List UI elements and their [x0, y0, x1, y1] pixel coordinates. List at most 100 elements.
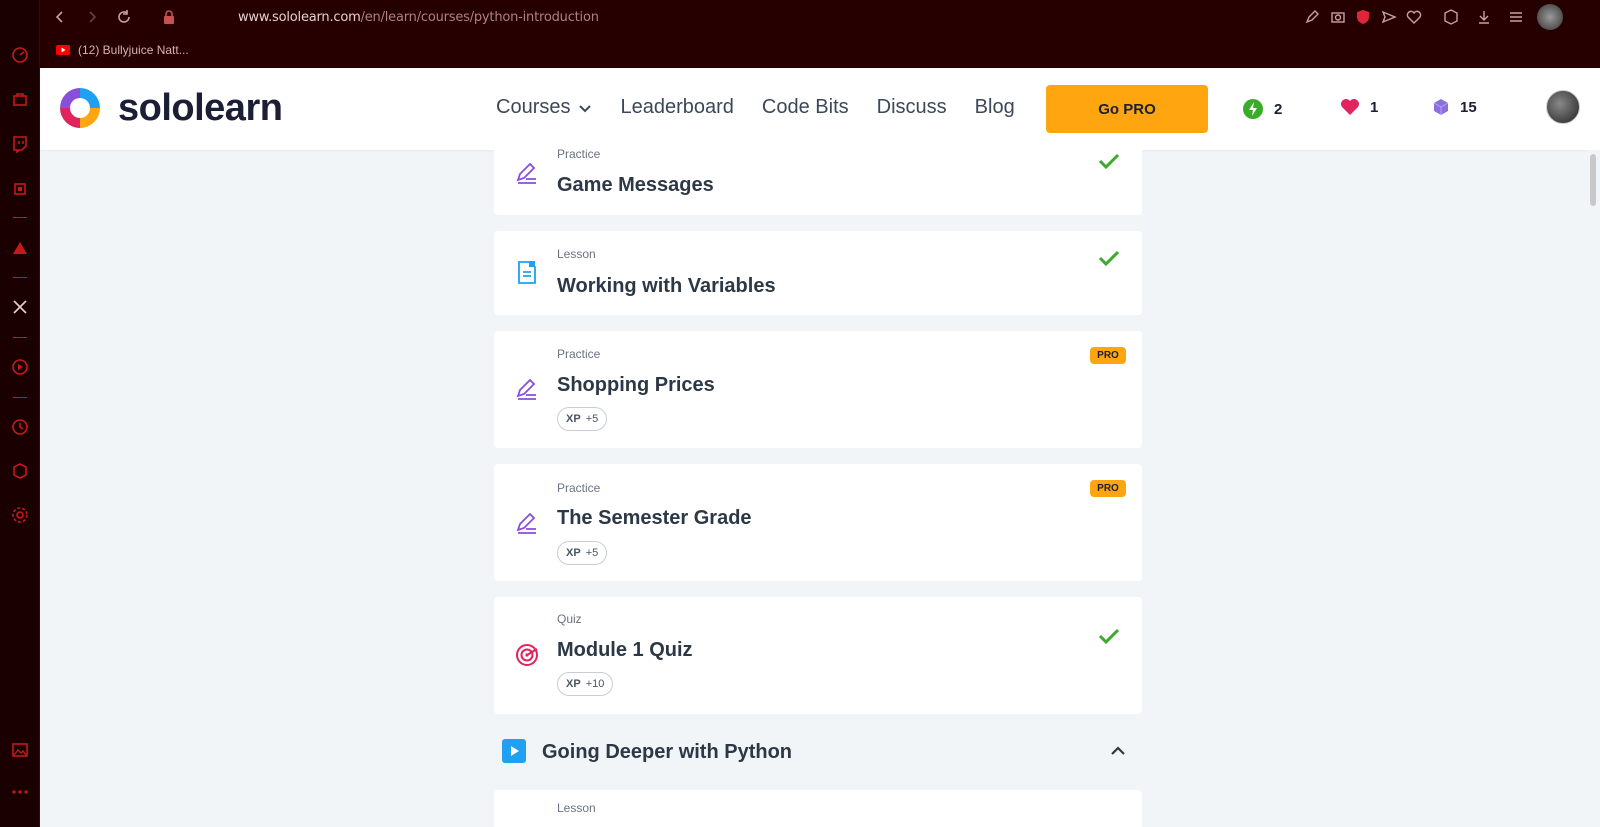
- lesson-card[interactable]: Practice Game Messages: [494, 140, 1142, 215]
- check-icon: [1096, 623, 1122, 649]
- browser-toolbar: www.sololearn.com/en/learn/courses/pytho…: [40, 0, 1600, 35]
- bits-counter[interactable]: 15: [1432, 98, 1477, 116]
- xp-value: +10: [585, 678, 605, 690]
- send-icon[interactable]: [1381, 9, 1397, 25]
- gallery-icon[interactable]: [10, 740, 30, 760]
- history-icon[interactable]: [10, 417, 30, 437]
- lightning-icon: [1243, 99, 1263, 119]
- forward-icon[interactable]: [84, 9, 100, 25]
- lesson-title: Shopping Prices: [557, 374, 715, 396]
- nav-courses-label: Courses: [496, 96, 571, 118]
- user-avatar[interactable]: [1546, 90, 1580, 124]
- nav-discuss[interactable]: Discuss: [877, 96, 947, 119]
- lesson-title: Game Messages: [557, 174, 714, 196]
- xp-label: XP: [566, 547, 581, 559]
- lesson-type: Practice: [557, 147, 601, 161]
- lesson-title: Working with Variables: [557, 275, 776, 297]
- player-icon[interactable]: [10, 357, 30, 377]
- heart-outline-icon[interactable]: [1406, 9, 1422, 25]
- speed-dial-icon[interactable]: [10, 45, 30, 65]
- lesson-card[interactable]: Quiz Module 1 Quiz XP +10: [494, 597, 1142, 714]
- cube-icon[interactable]: [10, 461, 30, 481]
- xp-value: +5: [585, 547, 599, 559]
- page-scrollbar[interactable]: [1588, 150, 1600, 827]
- main-nav: Courses Leaderboard Code Bits Discuss Bl…: [496, 96, 1015, 119]
- pencil-icon: [514, 376, 540, 402]
- lesson-card[interactable]: Lesson Working with Variables: [494, 231, 1142, 315]
- box-icon[interactable]: [1443, 9, 1459, 25]
- streak-value: 2: [1274, 100, 1283, 118]
- xp-badge: XP +10: [557, 672, 614, 696]
- camera-icon[interactable]: [1330, 9, 1346, 25]
- lesson-type: Practice: [557, 481, 601, 495]
- module-header[interactable]: Going Deeper with Python: [494, 733, 1142, 769]
- sidebar-divider: [13, 397, 27, 398]
- lesson-type: Practice: [557, 347, 601, 361]
- back-icon[interactable]: [52, 9, 68, 25]
- target-icon: [514, 642, 540, 668]
- play-icon: [502, 739, 526, 763]
- pro-badge: PRO: [1090, 480, 1126, 497]
- lesson-card[interactable]: Practice Shopping Prices PRO XP +5: [494, 331, 1142, 448]
- reload-icon[interactable]: [116, 9, 132, 25]
- pencil-icon: [514, 160, 540, 186]
- xp-badge: XP +5: [557, 407, 608, 431]
- nav-code-bits[interactable]: Code Bits: [762, 96, 849, 119]
- nav-blog[interactable]: Blog: [975, 96, 1015, 119]
- edit-icon[interactable]: [1304, 9, 1320, 25]
- tent-icon[interactable]: [10, 238, 30, 258]
- menu-icon[interactable]: [1508, 9, 1524, 25]
- bits-value: 15: [1460, 98, 1477, 116]
- lesson-type: Lesson: [557, 801, 596, 815]
- xp-value: +5: [585, 413, 599, 425]
- lesson-type: Lesson: [557, 247, 596, 261]
- bookmarks-bar: (12) Bullyjuice Natt...: [40, 35, 1600, 68]
- lesson-type: Quiz: [557, 612, 582, 626]
- download-icon[interactable]: [1476, 9, 1492, 25]
- go-pro-button[interactable]: Go PRO: [1046, 85, 1208, 133]
- check-icon: [1096, 148, 1122, 174]
- xp-label: XP: [566, 678, 581, 690]
- sidebar-divider: [13, 337, 27, 338]
- chip-icon[interactable]: [10, 179, 30, 199]
- lesson-card[interactable]: Practice The Semester Grade PRO XP +5: [494, 464, 1142, 581]
- sololearn-logo[interactable]: sololearn: [56, 84, 283, 132]
- xp-badge: XP +5: [557, 541, 608, 565]
- logo-text: sololearn: [118, 86, 283, 129]
- document-icon: [514, 259, 540, 285]
- nav-leaderboard[interactable]: Leaderboard: [620, 96, 733, 119]
- xp-label: XP: [566, 413, 581, 425]
- hearts-counter[interactable]: 1: [1340, 98, 1378, 116]
- chevron-down-icon: [579, 104, 592, 112]
- streak-counter[interactable]: 2: [1242, 98, 1282, 120]
- youtube-icon: [56, 45, 70, 55]
- check-icon: [1096, 245, 1122, 271]
- profile-avatar[interactable]: [1537, 4, 1563, 30]
- sololearn-logo-icon: [60, 88, 100, 128]
- nav-courses[interactable]: Courses: [496, 96, 592, 119]
- lesson-card[interactable]: Lesson: [494, 790, 1142, 827]
- shield-icon[interactable]: [1355, 9, 1371, 25]
- sidebar-divider: [13, 217, 27, 218]
- bag-icon[interactable]: [10, 89, 30, 109]
- sidebar-divider: [13, 277, 27, 278]
- browser-sidebar: [0, 0, 40, 827]
- bookmark-label: (12) Bullyjuice Natt...: [78, 43, 189, 57]
- twitch-icon[interactable]: [10, 134, 30, 154]
- lesson-title: Module 1 Quiz: [557, 639, 693, 661]
- lock-icon: [162, 9, 178, 25]
- bits-cube-icon: [1433, 99, 1449, 115]
- lesson-title: The Semester Grade: [557, 507, 752, 529]
- x-twitter-icon[interactable]: [10, 297, 30, 317]
- address-bar[interactable]: www.sololearn.com/en/learn/courses/pytho…: [238, 10, 599, 25]
- pencil-icon: [514, 510, 540, 536]
- scrollbar-thumb[interactable]: [1590, 154, 1596, 206]
- bookmark-item[interactable]: (12) Bullyjuice Natt...: [56, 43, 189, 57]
- pro-badge: PRO: [1090, 347, 1126, 364]
- more-icon[interactable]: [10, 782, 30, 802]
- module-title: Going Deeper with Python: [542, 741, 793, 763]
- chevron-up-icon[interactable]: [1108, 741, 1128, 761]
- settings-icon[interactable]: [10, 505, 30, 525]
- heart-icon: [1341, 99, 1359, 115]
- hearts-value: 1: [1370, 98, 1379, 116]
